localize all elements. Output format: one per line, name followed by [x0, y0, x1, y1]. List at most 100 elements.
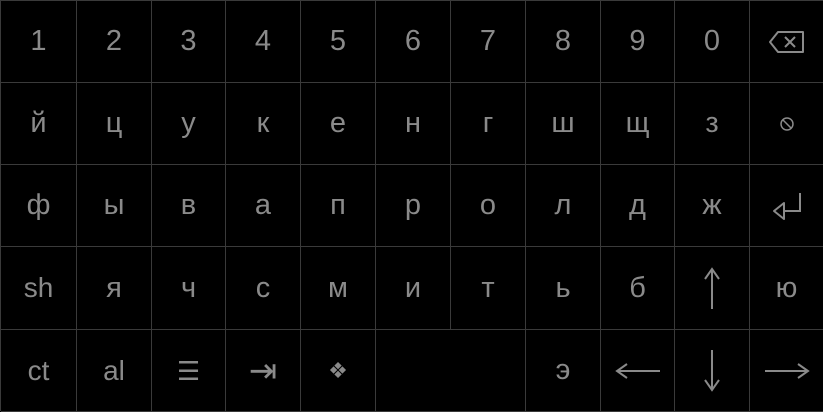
key-6[interactable]: 6 [376, 1, 451, 83]
key-э[interactable]: э [526, 330, 601, 412]
key-й[interactable]: й [1, 83, 77, 165]
key-ы[interactable]: ы [77, 165, 152, 247]
key-в[interactable]: в [152, 165, 226, 247]
key-н[interactable]: н [376, 83, 451, 165]
key-ч[interactable]: ч [152, 247, 226, 330]
enter-icon [770, 191, 804, 221]
key-label: в [180, 189, 197, 221]
key-label: ш [551, 107, 575, 139]
key-label: р [404, 189, 422, 221]
key-label: э [555, 354, 571, 386]
key-а[interactable]: а [226, 165, 301, 247]
key-б[interactable]: б [601, 247, 675, 330]
key-ctrl[interactable]: ct [1, 330, 77, 412]
key-щ[interactable]: щ [601, 83, 675, 165]
key-label: ы [103, 189, 125, 221]
key-arrow-up[interactable] [675, 247, 750, 330]
key-label: 9 [629, 25, 646, 57]
key-5[interactable]: 5 [301, 1, 376, 83]
key-label: 5 [329, 25, 347, 57]
key-г[interactable]: г [451, 83, 526, 165]
key-label: 4 [254, 25, 272, 57]
key-label: 0 [703, 25, 721, 57]
super-icon: ❖ [328, 357, 348, 383]
arrow-left-icon [614, 361, 662, 381]
key-label: ч [180, 271, 197, 304]
key-label: с [255, 271, 271, 304]
key-menu[interactable]: ☰ [152, 330, 226, 412]
soft-keyboard: 1 2 3 4 5 6 7 8 9 0 й ц у к е н г ш щ з … [0, 0, 823, 412]
key-label: ц [105, 107, 123, 139]
key-ц[interactable]: ц [77, 83, 152, 165]
key-л[interactable]: л [526, 165, 601, 247]
key-dismiss[interactable] [750, 83, 823, 165]
key-я[interactable]: я [77, 247, 152, 330]
key-label: д [629, 189, 646, 221]
key-label: и [404, 271, 422, 304]
key-label: о [479, 189, 497, 221]
key-label: е [329, 107, 347, 139]
key-ю[interactable]: ю [750, 247, 823, 330]
key-label: 7 [479, 25, 497, 57]
key-label: ф [26, 189, 51, 221]
key-label: 1 [30, 25, 47, 57]
key-п[interactable]: п [301, 165, 376, 247]
key-1[interactable]: 1 [1, 1, 77, 83]
key-label: п [330, 189, 346, 221]
key-label: я [106, 271, 122, 304]
key-ь[interactable]: ь [526, 247, 601, 330]
key-2[interactable]: 2 [77, 1, 152, 83]
key-label: й [30, 107, 47, 139]
key-е[interactable]: е [301, 83, 376, 165]
key-р[interactable]: р [376, 165, 451, 247]
key-label: м [328, 271, 348, 304]
tab-icon: ⇥ [248, 351, 278, 390]
key-label: з [705, 107, 719, 139]
key-label: т [481, 271, 495, 304]
dismiss-icon [779, 116, 795, 132]
key-label: ю [775, 271, 798, 304]
key-label: 8 [554, 25, 572, 57]
key-д[interactable]: д [601, 165, 675, 247]
key-tab[interactable]: ⇥ [226, 330, 301, 412]
key-shift[interactable]: sh [1, 247, 77, 330]
key-у[interactable]: у [152, 83, 226, 165]
key-label: ct [27, 354, 50, 386]
key-label: к [256, 107, 270, 139]
key-ш[interactable]: ш [526, 83, 601, 165]
key-с[interactable]: с [226, 247, 301, 330]
key-label: sh [23, 272, 54, 303]
key-label: а [254, 189, 272, 221]
key-arrow-right[interactable] [750, 330, 823, 412]
key-label: 2 [105, 25, 123, 57]
key-label: н [404, 107, 421, 139]
key-enter[interactable] [750, 165, 823, 247]
key-arrow-left[interactable] [601, 330, 675, 412]
key-ф[interactable]: ф [1, 165, 77, 247]
key-label: al [103, 354, 125, 386]
arrow-right-icon [763, 361, 811, 381]
key-label: щ [625, 107, 650, 139]
key-backspace[interactable] [750, 1, 823, 83]
key-з[interactable]: з [675, 83, 750, 165]
key-label: б [629, 271, 646, 304]
key-м[interactable]: м [301, 247, 376, 330]
key-о[interactable]: о [451, 165, 526, 247]
key-4[interactable]: 4 [226, 1, 301, 83]
key-и[interactable]: и [376, 247, 451, 330]
key-8[interactable]: 8 [526, 1, 601, 83]
key-9[interactable]: 9 [601, 1, 675, 83]
key-ж[interactable]: ж [675, 165, 750, 247]
key-3[interactable]: 3 [152, 1, 226, 83]
key-alt[interactable]: al [77, 330, 152, 412]
key-super[interactable]: ❖ [301, 330, 376, 412]
key-arrow-down[interactable] [675, 330, 750, 412]
key-т[interactable]: т [451, 247, 526, 330]
key-space[interactable] [376, 330, 526, 412]
arrow-down-icon [702, 349, 722, 393]
key-7[interactable]: 7 [451, 1, 526, 83]
key-0[interactable]: 0 [675, 1, 750, 83]
key-к[interactable]: к [226, 83, 301, 165]
arrow-up-icon [702, 266, 722, 310]
key-label: у [181, 107, 196, 139]
